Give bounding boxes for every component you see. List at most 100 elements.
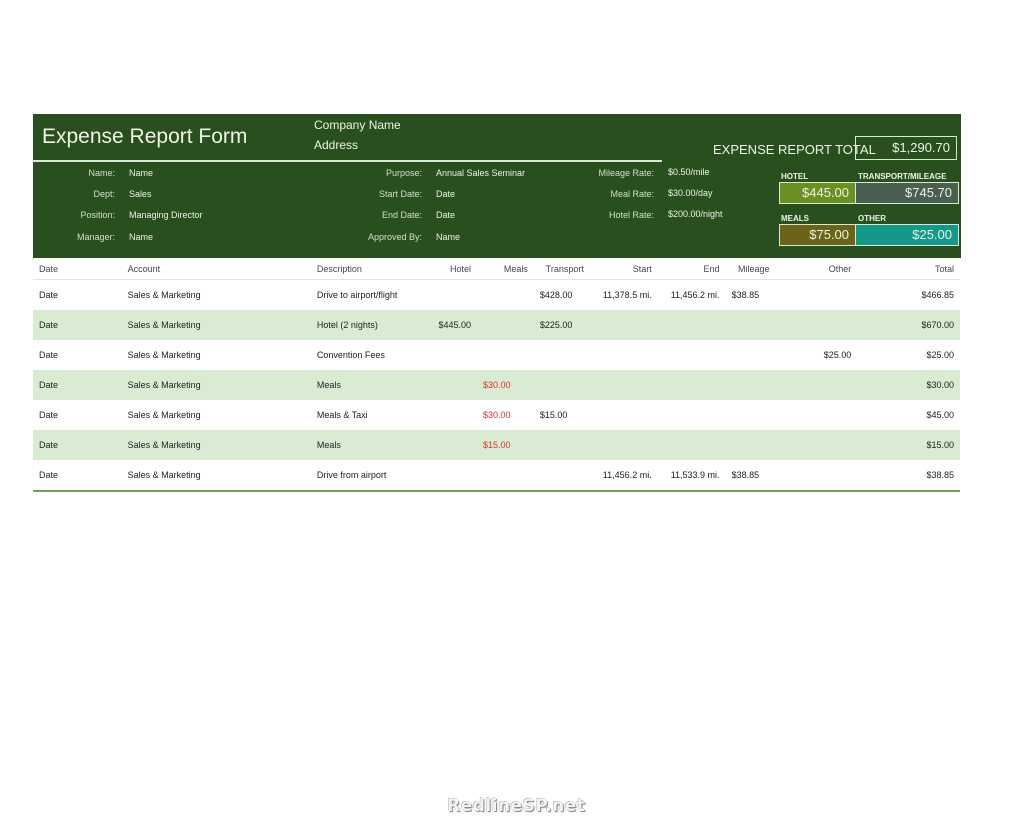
approved-by-value[interactable]: Name: [436, 232, 460, 242]
cell-date[interactable]: Date: [33, 400, 122, 430]
table-row[interactable]: DateSales & MarketingDrive from airport 1…: [33, 460, 960, 491]
table-row[interactable]: DateSales & MarketingMeals & Taxi$30.00$…: [33, 400, 960, 430]
cell-transport[interactable]: $428.00: [534, 280, 590, 311]
cell-meals[interactable]: [477, 280, 534, 311]
cell-account[interactable]: Sales & Marketing: [122, 280, 311, 311]
cell-hotel[interactable]: $445.00: [432, 310, 477, 340]
cell-hotel[interactable]: [432, 430, 477, 460]
cell-end[interactable]: 11,456.2 mi.: [658, 280, 726, 311]
cell-date[interactable]: Date: [33, 310, 122, 340]
cell-description[interactable]: Hotel (2 nights): [311, 310, 433, 340]
col-account[interactable]: Account: [122, 258, 311, 280]
cell-other[interactable]: $25.00: [776, 340, 858, 370]
cell-date[interactable]: Date: [33, 280, 122, 311]
cell-other[interactable]: [776, 460, 858, 491]
cell-hotel[interactable]: [432, 460, 477, 491]
cell-hotel[interactable]: [432, 280, 477, 311]
cell-other[interactable]: [776, 400, 858, 430]
start-date-value[interactable]: Date: [436, 189, 455, 199]
cell-total[interactable]: $38.85: [857, 460, 960, 491]
cell-date[interactable]: Date: [33, 370, 122, 400]
company-name[interactable]: Company Name: [314, 118, 401, 132]
cell-start[interactable]: 11,456.2 mi.: [590, 460, 658, 491]
hotel-rate-value[interactable]: $200.00/night: [668, 209, 723, 219]
cell-account[interactable]: Sales & Marketing: [122, 460, 311, 491]
cell-start[interactable]: [590, 340, 658, 370]
cell-mileage[interactable]: [726, 310, 776, 340]
col-meals[interactable]: Meals: [477, 258, 534, 280]
cell-transport[interactable]: $15.00: [534, 400, 590, 430]
cell-transport[interactable]: [534, 370, 590, 400]
mileage-rate-value[interactable]: $0.50/mile: [668, 167, 710, 177]
col-other[interactable]: Other: [776, 258, 858, 280]
cell-total[interactable]: $670.00: [857, 310, 960, 340]
purpose-value[interactable]: Annual Sales Seminar: [436, 168, 525, 178]
col-start[interactable]: Start: [590, 258, 658, 280]
col-end[interactable]: End: [658, 258, 726, 280]
cell-date[interactable]: Date: [33, 430, 122, 460]
cell-description[interactable]: Meals: [311, 370, 433, 400]
cell-end[interactable]: 11,533.9 mi.: [658, 460, 726, 491]
cell-description[interactable]: Meals: [311, 430, 433, 460]
cell-other[interactable]: [776, 280, 858, 311]
cell-start[interactable]: [590, 370, 658, 400]
cell-total[interactable]: $15.00: [857, 430, 960, 460]
cell-mileage[interactable]: [726, 370, 776, 400]
cell-end[interactable]: [658, 430, 726, 460]
cell-total[interactable]: $466.85: [857, 280, 960, 311]
cell-end[interactable]: [658, 400, 726, 430]
col-description[interactable]: Description: [311, 258, 433, 280]
end-date-value[interactable]: Date: [436, 210, 455, 220]
cell-other[interactable]: [776, 310, 858, 340]
cell-account[interactable]: Sales & Marketing: [122, 430, 311, 460]
cell-transport[interactable]: $225.00: [534, 310, 590, 340]
cell-start[interactable]: [590, 430, 658, 460]
cell-description[interactable]: Drive to airport/flight: [311, 280, 433, 311]
cell-meals[interactable]: $30.00: [477, 400, 534, 430]
table-row[interactable]: DateSales & MarketingMeals$15.00$15.00: [33, 430, 960, 460]
table-row[interactable]: DateSales & MarketingHotel (2 nights)$44…: [33, 310, 960, 340]
cell-other[interactable]: [776, 430, 858, 460]
cell-account[interactable]: Sales & Marketing: [122, 400, 311, 430]
cell-mileage[interactable]: [726, 340, 776, 370]
cell-account[interactable]: Sales & Marketing: [122, 340, 311, 370]
manager-value[interactable]: Name: [129, 232, 153, 242]
cell-start[interactable]: [590, 400, 658, 430]
position-value[interactable]: Managing Director: [129, 210, 203, 220]
table-row[interactable]: DateSales & MarketingMeals $30.00 $30.00: [33, 370, 960, 400]
cell-account[interactable]: Sales & Marketing: [122, 370, 311, 400]
cell-transport[interactable]: [534, 430, 590, 460]
cell-transport[interactable]: [534, 460, 590, 491]
table-row[interactable]: DateSales & MarketingConvention Fees $25.…: [33, 340, 960, 370]
cell-meals[interactable]: $30.00: [477, 370, 534, 400]
cell-hotel[interactable]: [432, 400, 477, 430]
cell-total[interactable]: $30.00: [857, 370, 960, 400]
cell-description[interactable]: Drive from airport: [311, 460, 433, 491]
col-date[interactable]: Date: [33, 258, 122, 280]
cell-start[interactable]: 11,378.5 mi.: [590, 280, 658, 311]
cell-description[interactable]: Convention Fees: [311, 340, 433, 370]
col-mileage[interactable]: Mileage: [726, 258, 776, 280]
cell-description[interactable]: Meals & Taxi: [311, 400, 433, 430]
cell-transport[interactable]: [534, 340, 590, 370]
cell-account[interactable]: Sales & Marketing: [122, 310, 311, 340]
cell-mileage[interactable]: [726, 400, 776, 430]
cell-meals[interactable]: [477, 460, 534, 491]
cell-hotel[interactable]: [432, 340, 477, 370]
cell-total[interactable]: $45.00: [857, 400, 960, 430]
table-row[interactable]: DateSales & MarketingDrive to airport/fl…: [33, 280, 960, 311]
cell-mileage[interactable]: $38.85: [726, 280, 776, 311]
company-address[interactable]: Address: [314, 138, 358, 152]
cell-start[interactable]: [590, 310, 658, 340]
cell-date[interactable]: Date: [33, 340, 122, 370]
cell-end[interactable]: [658, 370, 726, 400]
cell-end[interactable]: [658, 310, 726, 340]
cell-end[interactable]: [658, 340, 726, 370]
cell-other[interactable]: [776, 370, 858, 400]
cell-hotel[interactable]: [432, 370, 477, 400]
cell-meals[interactable]: [477, 340, 534, 370]
col-hotel[interactable]: Hotel: [432, 258, 477, 280]
cell-mileage[interactable]: [726, 430, 776, 460]
employee-name-value[interactable]: Name: [129, 168, 153, 178]
cell-date[interactable]: Date: [33, 460, 122, 491]
